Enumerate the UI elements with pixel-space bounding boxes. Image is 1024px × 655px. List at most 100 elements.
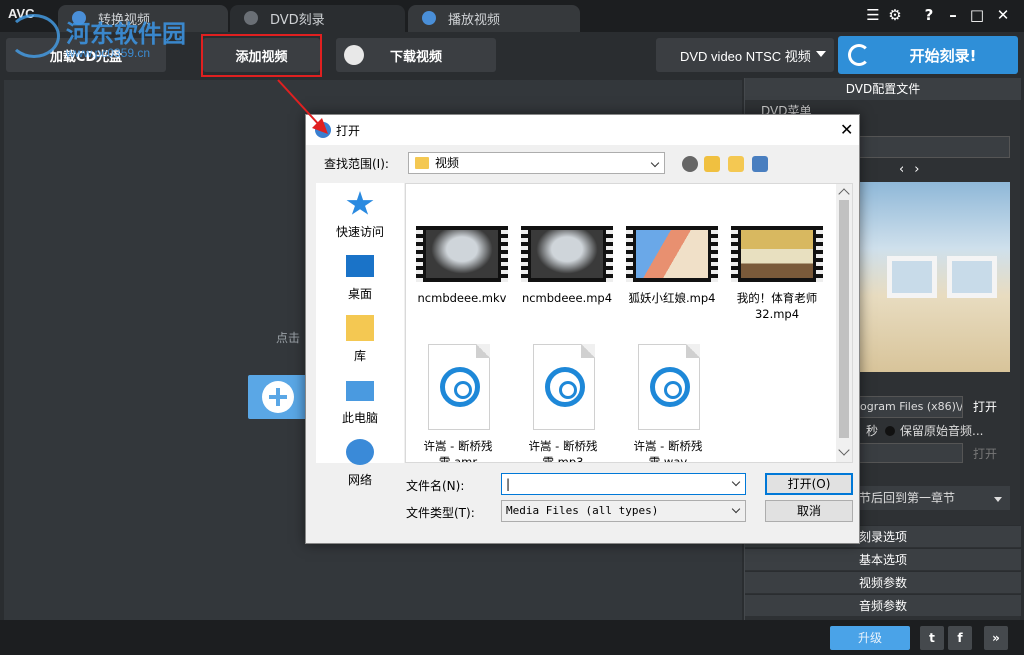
places-bar: 快速访问 桌面 库 此电脑 网络 xyxy=(316,183,404,487)
file-type-dropdown[interactable]: Media Files (all types) xyxy=(501,500,746,522)
dialog-title-bar: 打开 ✕ xyxy=(306,115,859,145)
file-name-input[interactable]: | xyxy=(501,473,746,495)
highlight-box xyxy=(201,34,322,77)
close-icon[interactable]: ✕ xyxy=(994,6,1012,24)
file-item[interactable]: ncmbdeee.mkv xyxy=(410,226,514,326)
menu-preview-image xyxy=(855,182,1010,372)
file-item[interactable]: 许嵩 - 断桥残雪.wav xyxy=(616,344,720,463)
star-icon xyxy=(346,191,374,215)
tab-dvd-burn[interactable]: DVD刻录 xyxy=(230,5,405,32)
chapter-option-label: 节后回到第一章节 xyxy=(859,491,956,505)
library-icon xyxy=(346,315,374,341)
secondary-path-field[interactable] xyxy=(855,443,963,463)
computer-icon xyxy=(346,381,374,401)
settings-list-icon[interactable]: ☰ xyxy=(864,6,882,24)
maximize-icon[interactable]: □ xyxy=(968,6,986,24)
app-icon xyxy=(315,122,331,138)
watermark-url: www.pc0359.cn xyxy=(66,46,151,60)
twitter-icon[interactable]: t xyxy=(920,626,944,650)
output-format-dropdown[interactable]: DVD video NTSC 视频 xyxy=(656,38,834,72)
file-item[interactable]: 狐妖小红娘.mp4 xyxy=(620,226,724,326)
chevron-down-icon xyxy=(731,477,741,487)
place-quick-access[interactable]: 快速访问 xyxy=(316,187,404,249)
place-this-pc[interactable]: 此电脑 xyxy=(316,373,404,435)
facebook-icon[interactable]: f xyxy=(948,626,972,650)
place-network[interactable]: 网络 xyxy=(316,435,404,487)
download-video-button[interactable]: 下载视频 xyxy=(336,38,496,72)
video-thumbnail xyxy=(731,226,823,282)
chevron-down-icon xyxy=(650,158,660,168)
place-label: 此电脑 xyxy=(341,411,378,425)
open-button-disabled[interactable]: 打开 xyxy=(973,445,997,462)
section-audio-params[interactable]: 音频参数 xyxy=(745,594,1021,616)
seconds-label: 秒 xyxy=(866,424,879,438)
preview-frame xyxy=(887,256,937,298)
back-icon[interactable] xyxy=(682,156,698,172)
new-folder-icon[interactable] xyxy=(728,156,744,172)
bottom-bar: 升级 t f » xyxy=(0,620,1024,655)
panel-header: DVD配置文件 xyxy=(745,78,1021,100)
tab-play-video[interactable]: 播放视频 xyxy=(408,5,580,32)
video-thumbnail xyxy=(521,226,613,282)
output-format-label: DVD video NTSC 视频 xyxy=(680,48,811,64)
place-desktop[interactable]: 桌面 xyxy=(316,249,404,311)
audio-file-icon xyxy=(638,344,700,430)
place-libraries[interactable]: 库 xyxy=(316,311,404,373)
section-basic-options[interactable]: 基本选项 xyxy=(745,548,1021,570)
scroll-thumb[interactable] xyxy=(839,200,849,438)
cancel-button[interactable]: 取消 xyxy=(765,500,853,522)
play-icon xyxy=(422,11,436,25)
download-video-label: 下载视频 xyxy=(389,49,442,65)
open-button[interactable]: 打开(O) xyxy=(765,473,853,495)
watermark-title: 河东软件园 xyxy=(66,19,186,48)
chevron-down-icon xyxy=(731,504,741,514)
video-thumbnail xyxy=(626,226,718,282)
place-label: 快速访问 xyxy=(335,225,384,239)
file-item[interactable]: 许嵩 - 断桥残雪.mp3 xyxy=(511,344,615,463)
scroll-up-icon[interactable] xyxy=(838,188,850,200)
close-icon[interactable]: ✕ xyxy=(840,120,853,139)
menu-nav-arrows[interactable]: ‹› xyxy=(899,162,929,177)
keep-audio-label: 保留原始音频... xyxy=(900,424,984,438)
upgrade-button[interactable]: 升级 xyxy=(830,626,910,650)
chevron-down-icon xyxy=(994,497,1002,502)
plus-icon xyxy=(262,381,294,413)
upgrade-label: 升级 xyxy=(857,631,882,645)
add-video-big-button[interactable] xyxy=(248,375,308,419)
chevron-down-icon xyxy=(816,51,826,57)
up-folder-icon[interactable] xyxy=(704,156,720,172)
globe-icon xyxy=(344,45,364,65)
minimize-icon[interactable]: – xyxy=(944,6,962,24)
preview-frame xyxy=(947,256,997,298)
scroll-down-icon[interactable] xyxy=(838,444,850,456)
keep-original-audio-toggle[interactable]: 保留原始音频... xyxy=(885,422,983,439)
refresh-icon xyxy=(848,44,870,66)
chapter-behavior-dropdown[interactable]: 节后回到第一章节 xyxy=(855,486,1010,510)
file-name: 许嵩 - 断桥残雪.wav xyxy=(633,439,703,463)
look-in-dropdown[interactable]: 视频 xyxy=(408,152,665,174)
file-item[interactable]: ncmbdeee.mp4 xyxy=(515,226,619,326)
more-icon[interactable]: » xyxy=(984,626,1008,650)
audio-file-icon xyxy=(533,344,595,430)
gear-icon[interactable]: ⚙ xyxy=(886,6,904,24)
view-menu-icon[interactable] xyxy=(752,156,768,172)
menu-template-field[interactable] xyxy=(855,136,1010,158)
file-item[interactable]: 许嵩 - 断桥残雪.amr xyxy=(406,344,510,462)
file-name: 我的！体育老师32.mp4 xyxy=(736,291,818,321)
tab-label: DVD刻录 xyxy=(270,13,325,28)
file-name: 许嵩 - 断桥残雪.mp3 xyxy=(528,439,598,463)
file-list[interactable]: ncmbdeee.mkv ncmbdeee.mp4 狐妖小红娘.mp4 我的！体… xyxy=(405,183,853,463)
output-path-field[interactable]: ogram Files (x86)\/ xyxy=(855,396,963,418)
file-name: ncmbdeee.mp4 xyxy=(521,291,613,305)
vertical-scrollbar[interactable] xyxy=(836,184,852,462)
help-icon[interactable]: ? xyxy=(920,6,938,24)
network-icon xyxy=(346,439,374,465)
open-folder-button[interactable]: 打开 xyxy=(973,398,997,415)
start-burn-button[interactable]: 开始刻录! xyxy=(838,36,1018,74)
look-in-value: 视频 xyxy=(435,156,460,170)
file-name: ncmbdeee.mkv xyxy=(417,291,507,305)
section-video-params[interactable]: 视频参数 xyxy=(745,571,1021,593)
place-label: 桌面 xyxy=(347,287,372,301)
file-item[interactable]: 我的！体育老师32.mp4 xyxy=(725,226,829,326)
desktop-icon xyxy=(346,255,374,277)
